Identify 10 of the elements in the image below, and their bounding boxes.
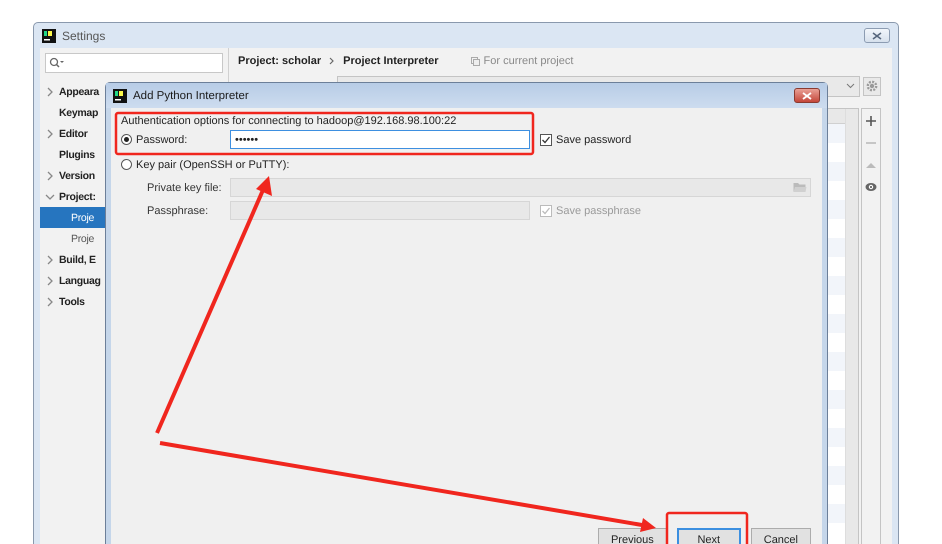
auth-heading: Authentication options for connecting to hadoop@192.168.98.100:22: [121, 114, 458, 128]
checkbox-label: Save passphrase: [556, 204, 641, 216]
scope-note: For current project: [484, 55, 574, 67]
dialog-title: Add Python Interpreter: [133, 90, 250, 102]
radio-label: Password:: [136, 134, 188, 146]
window-title: Settings: [62, 28, 106, 42]
checkbox-label: Save password: [556, 134, 632, 146]
field-label: Passphrase:: [147, 204, 210, 216]
field-label: Private key file:: [147, 182, 223, 194]
radio-label: Key pair (OpenSSH or PuTTY):: [136, 158, 290, 170]
